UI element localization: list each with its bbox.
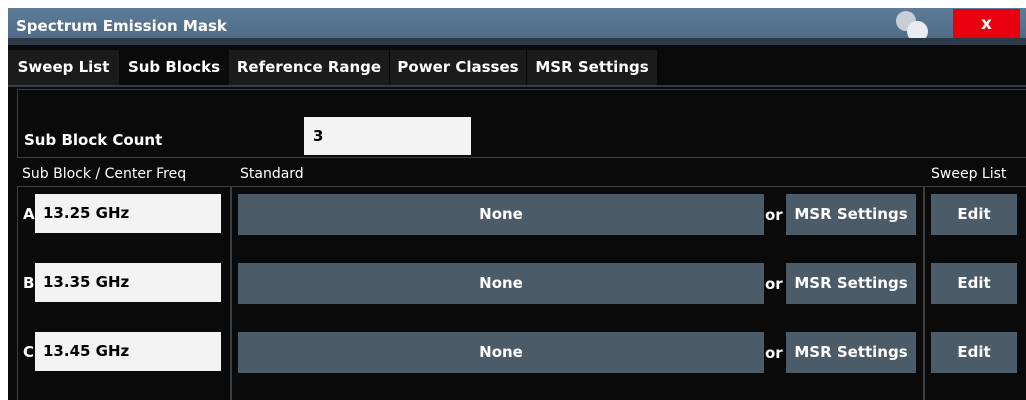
edit-sweep-list-button[interactable]: Edit bbox=[931, 263, 1017, 304]
center-freq-input[interactable]: 13.45 GHz bbox=[35, 332, 221, 371]
msr-settings-button[interactable]: MSR Settings bbox=[786, 263, 916, 304]
msr-settings-button[interactable]: MSR Settings bbox=[786, 332, 916, 373]
msr-settings-button[interactable]: MSR Settings bbox=[786, 194, 916, 235]
sub-block-count-panel: Sub Block Count 3 bbox=[17, 89, 1026, 158]
edit-sweep-list-button[interactable]: Edit bbox=[931, 332, 1017, 373]
close-icon: x bbox=[981, 14, 992, 34]
sub-block-letter: B bbox=[23, 274, 35, 292]
title-bar-shadow bbox=[8, 38, 1026, 45]
dialog-title: Spectrum Emission Mask bbox=[16, 17, 227, 35]
spectrum-emission-mask-dialog: Spectrum Emission Mask x Sweep List Sub … bbox=[8, 8, 1026, 400]
or-label: or bbox=[765, 344, 783, 362]
sub-block-count-input[interactable]: 3 bbox=[304, 117, 471, 155]
or-label: or bbox=[765, 275, 783, 293]
standard-button[interactable]: None bbox=[238, 194, 764, 235]
close-button[interactable]: x bbox=[953, 9, 1020, 40]
standard-button[interactable]: None bbox=[238, 263, 764, 304]
center-freq-input[interactable]: 13.35 GHz bbox=[35, 263, 221, 302]
sub-block-letter: C bbox=[23, 343, 35, 361]
tab-msr-settings[interactable]: MSR Settings bbox=[527, 50, 658, 85]
tab-divider bbox=[8, 85, 1026, 87]
tab-sub-blocks[interactable]: Sub Blocks bbox=[120, 50, 229, 85]
edit-sweep-list-button[interactable]: Edit bbox=[931, 194, 1017, 235]
center-freq-input[interactable]: 13.25 GHz bbox=[35, 194, 221, 233]
tab-sweep-list[interactable]: Sweep List bbox=[8, 50, 120, 85]
tab-reference-range[interactable]: Reference Range bbox=[229, 50, 390, 85]
standard-button[interactable]: None bbox=[238, 332, 764, 373]
center-freq-column-header: Sub Block / Center Freq bbox=[22, 166, 187, 182]
tab-power-classes[interactable]: Power Classes bbox=[390, 50, 527, 85]
sub-block-count-label: Sub Block Count bbox=[24, 131, 163, 149]
sub-block-letter: A bbox=[23, 205, 35, 223]
or-label: or bbox=[765, 206, 783, 224]
standard-column-header: Standard bbox=[240, 166, 304, 182]
sweep-list-column-header: Sweep List bbox=[931, 166, 1007, 182]
